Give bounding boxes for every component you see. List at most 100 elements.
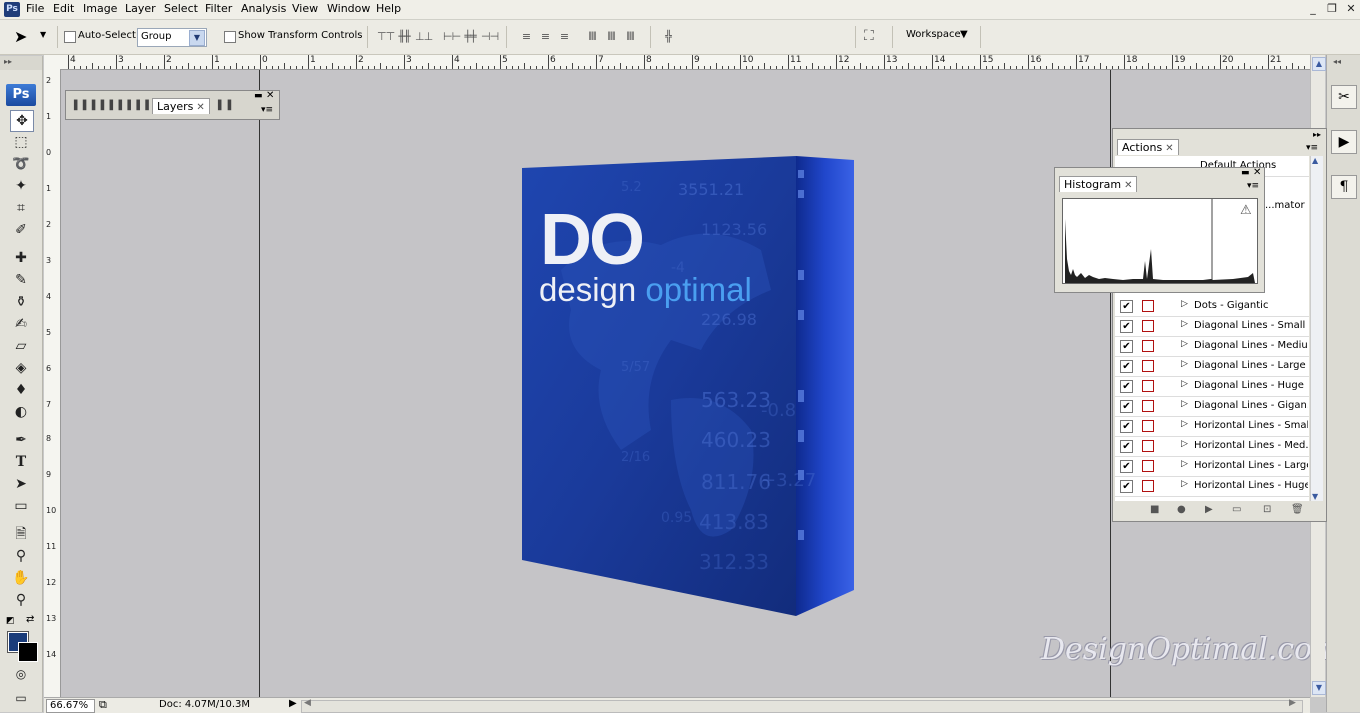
move-tool[interactable]: ✥	[10, 110, 34, 132]
expand-triangle-icon[interactable]: ▷	[1181, 479, 1188, 489]
scroll-right-arrow[interactable]: ▶	[1289, 698, 1296, 708]
eraser-tool[interactable]: ▱	[10, 336, 32, 356]
new-action-icon[interactable]: ⊡	[1263, 504, 1271, 515]
tab-histogram[interactable]: Histogram ✕	[1059, 176, 1138, 192]
workspace-menu[interactable]: Workspace	[906, 29, 961, 40]
background-color-swatch[interactable]	[18, 642, 38, 662]
distribute-bottom-icon[interactable]: ≡	[556, 30, 572, 44]
scroll-down-arrow[interactable]: ▼	[1312, 681, 1326, 695]
minimize-icon[interactable]: ▬	[1241, 168, 1250, 178]
shape-tool[interactable]: ▭	[10, 496, 32, 516]
menu-window[interactable]: Window	[327, 2, 370, 15]
scroll-up-arrow[interactable]: ▲	[1312, 156, 1318, 165]
menu-analysis[interactable]: Analysis	[241, 2, 286, 15]
lasso-tool[interactable]: ➰	[10, 154, 32, 174]
quick-mask-icon[interactable]: ◎	[10, 664, 32, 684]
expand-triangle-icon[interactable]: ▷	[1181, 339, 1188, 349]
dialog-toggle-icon[interactable]	[1142, 460, 1154, 472]
status-arrow-icon[interactable]: ▶	[289, 698, 297, 709]
action-row[interactable]: ✔ ▷ Horizontal Lines - Large	[1115, 456, 1309, 477]
close-button[interactable]: ✕	[1343, 2, 1359, 16]
play-icon[interactable]: ▶	[1205, 504, 1213, 515]
dialog-toggle-icon[interactable]	[1142, 420, 1154, 432]
blur-tool[interactable]: ♦	[10, 380, 32, 400]
swap-colors-icon[interactable]: ⇄	[26, 614, 34, 625]
dialog-toggle-icon[interactable]	[1142, 340, 1154, 352]
new-set-icon[interactable]: ▭	[1232, 504, 1241, 515]
hand-tool[interactable]: ✋	[10, 568, 32, 588]
healing-brush-tool[interactable]: ✚	[10, 248, 32, 268]
align-right-icon[interactable]: ⊣⊣	[481, 30, 499, 44]
scroll-up-arrow[interactable]: ▲	[1312, 57, 1326, 71]
record-icon[interactable]: ●	[1177, 504, 1186, 515]
actions-scrollbar[interactable]: ▲ ▼	[1310, 156, 1323, 501]
paragraph-icon[interactable]: ¶	[1331, 175, 1357, 199]
expand-triangle-icon[interactable]: ▷	[1181, 359, 1188, 369]
expand-triangle-icon[interactable]: ▷	[1181, 459, 1188, 469]
screen-mode-icon[interactable]: ▭	[10, 688, 32, 708]
paint-bucket-tool[interactable]: ◈	[10, 358, 32, 378]
align-left-icon[interactable]: ⊢⊢	[443, 30, 461, 44]
bridge-icon[interactable]: ⛶	[864, 28, 874, 44]
menu-image[interactable]: Image	[83, 2, 117, 15]
layers-panel[interactable]: ▌▌▌▌▌▌▌▌▌ Layers ✕ ▌ ▌ ▬ ✕ ▾≡	[65, 90, 280, 120]
distribute-left-icon[interactable]: ⫴⫴	[584, 30, 600, 44]
close-icon[interactable]: ✕	[196, 102, 204, 113]
zoom-field[interactable]: 66.67%	[46, 699, 95, 713]
dialog-toggle-icon[interactable]	[1142, 300, 1154, 312]
check-icon[interactable]: ✔	[1120, 420, 1133, 433]
check-icon[interactable]: ✔	[1120, 360, 1133, 373]
histogram-panel[interactable]: ▬ ✕ Histogram ✕ ▾≡ ⚠	[1054, 167, 1265, 293]
action-row[interactable]: ✔ ▷ Diagonal Lines - Gigan...	[1115, 396, 1309, 417]
align-vcenter-icon[interactable]: ╫╫	[396, 30, 412, 44]
check-icon[interactable]: ✔	[1120, 320, 1133, 333]
trash-icon[interactable]: 🗑	[1291, 504, 1304, 515]
move-tool-preset-icon[interactable]: ➤	[14, 27, 27, 46]
check-icon[interactable]: ✔	[1120, 400, 1133, 413]
tab-actions[interactable]: Actions ✕	[1117, 139, 1179, 155]
check-icon[interactable]: ✔	[1120, 380, 1133, 393]
menu-file[interactable]: File	[26, 2, 44, 15]
distribute-hcenter-icon[interactable]: ⫴⫴	[603, 30, 619, 44]
close-icon[interactable]: ✕	[1165, 143, 1173, 154]
auto-select-type-dropdown[interactable]: Group ▼	[137, 28, 207, 47]
action-row[interactable]: ✔ ▷ Diagonal Lines - Medium	[1115, 336, 1309, 357]
check-icon[interactable]: ✔	[1120, 460, 1133, 473]
check-icon[interactable]: ✔	[1120, 440, 1133, 453]
minimize-button[interactable]: _	[1305, 2, 1321, 16]
panel-grip-icons[interactable]: ▌ ▌	[218, 101, 235, 111]
marquee-tool[interactable]: ⬚	[10, 132, 32, 152]
notes-tool[interactable]: 🗎	[10, 524, 32, 544]
brush-tool[interactable]: ✎	[10, 270, 32, 290]
history-brush-tool[interactable]: ✍	[10, 314, 32, 334]
stop-icon[interactable]: ■	[1150, 504, 1159, 515]
dialog-toggle-icon[interactable]	[1142, 400, 1154, 412]
action-row[interactable]: ✔ ▷ Dots - Gigantic	[1115, 296, 1309, 317]
menu-layer[interactable]: Layer	[125, 2, 156, 15]
action-row[interactable]: ✔ ▷ Diagonal Lines - Huge	[1115, 376, 1309, 397]
type-tool[interactable]: T	[10, 452, 32, 472]
restore-button[interactable]: ❐	[1324, 2, 1340, 16]
menu-view[interactable]: View	[292, 2, 318, 15]
ruler-horizontal[interactable]: 4 3 2 1 0 1 2 3 4 5 6 7 8 9 10 11 12 13 …	[44, 55, 1310, 70]
auto-select-checkbox[interactable]	[64, 31, 76, 43]
menu-help[interactable]: Help	[376, 2, 401, 15]
eyedropper-tool[interactable]: ⚲	[10, 546, 32, 566]
actions-play-icon[interactable]: ▶	[1331, 130, 1357, 154]
align-hcenter-icon[interactable]: ╪╪	[462, 30, 478, 44]
dialog-toggle-icon[interactable]	[1142, 360, 1154, 372]
default-colors-icon[interactable]: ◩	[6, 616, 15, 626]
horizontal-scrollbar[interactable]	[301, 700, 1303, 713]
pen-tool[interactable]: ✒	[10, 430, 32, 450]
panel-menu-icon[interactable]: ▾≡	[261, 105, 273, 115]
dock-expand-icon[interactable]: ◂◂	[1333, 57, 1341, 66]
path-selection-tool[interactable]: ➤	[10, 474, 32, 494]
check-icon[interactable]: ✔	[1120, 340, 1133, 353]
scroll-down-arrow[interactable]: ▼	[1312, 492, 1318, 501]
panel-expand-icon[interactable]: ▸▸	[1313, 130, 1321, 139]
dialog-toggle-icon[interactable]	[1142, 440, 1154, 452]
menu-select[interactable]: Select	[164, 2, 198, 15]
photoshop-logo[interactable]: Ps	[6, 84, 36, 106]
tab-layers[interactable]: Layers ✕	[152, 98, 210, 114]
expand-triangle-icon[interactable]: ▷	[1181, 319, 1188, 329]
